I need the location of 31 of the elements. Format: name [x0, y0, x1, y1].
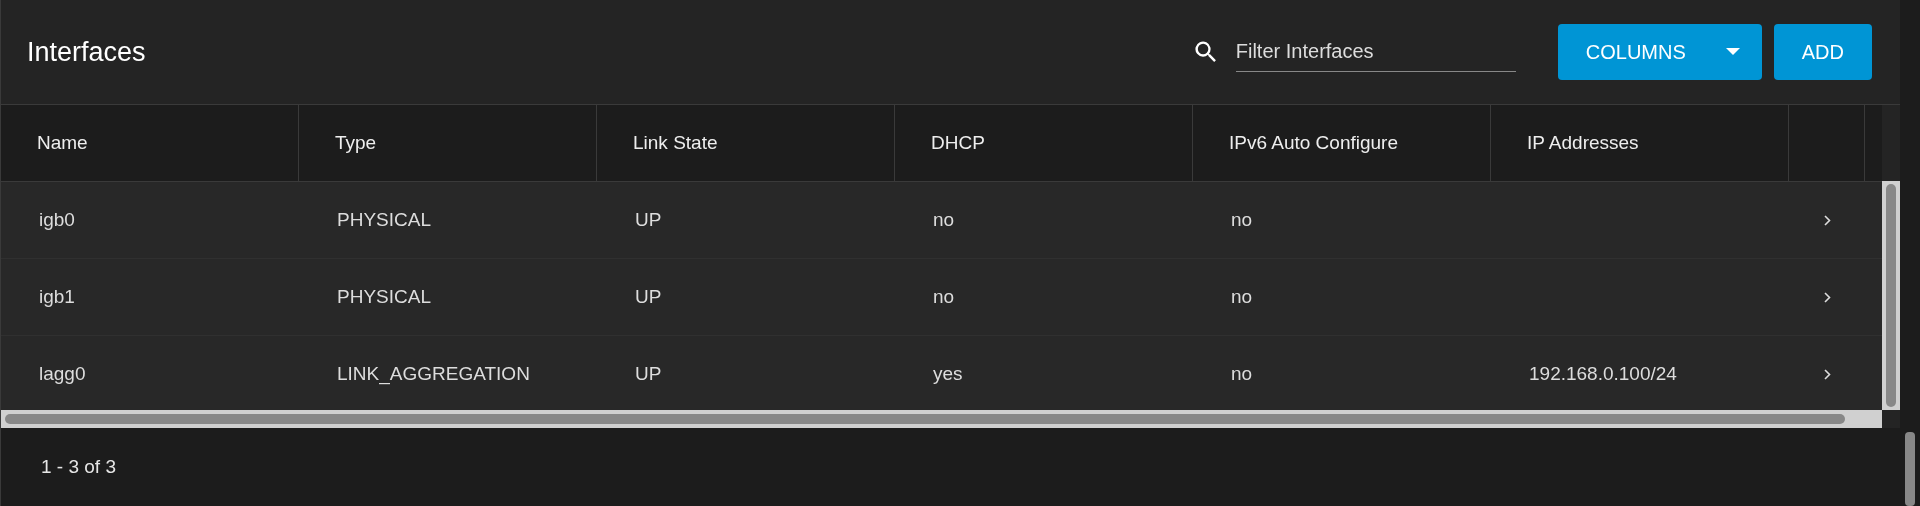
table-cell: UP — [635, 209, 662, 231]
table-cell: no — [1231, 363, 1253, 385]
table-cell: LINK_AGGREGATION — [337, 363, 530, 385]
table-cell: igb1 — [39, 286, 75, 308]
table-cell: lagg0 — [39, 363, 86, 385]
table-cell: UP — [635, 286, 662, 308]
table-cell: igb0 — [39, 209, 75, 231]
column-header[interactable]: IPv6 Auto Configure — [1193, 105, 1491, 181]
table-cell: no — [1231, 286, 1253, 308]
table-cell: yes — [933, 363, 963, 385]
pagination-label: 1 - 3 of 3 — [41, 456, 116, 478]
vertical-scrollbar[interactable] — [1882, 181, 1900, 410]
column-header[interactable]: Link State — [597, 105, 895, 181]
column-header[interactable]: DHCP — [895, 105, 1193, 181]
column-header[interactable]: IP Addresses — [1491, 105, 1789, 181]
page-title: Interfaces — [27, 36, 146, 68]
table-cell: 192.168.0.100/24 — [1529, 363, 1677, 385]
chevron-icon[interactable] — [1823, 214, 1831, 226]
table-cell: no — [933, 286, 955, 308]
column-header[interactable]: Type — [299, 105, 597, 181]
table-cell: PHYSICAL — [337, 286, 431, 308]
caret-icon — [1725, 48, 1740, 56]
filter-field[interactable]: Filter Interfaces — [1235, 32, 1516, 72]
table-cell: no — [933, 209, 955, 231]
table-cell: no — [1231, 209, 1253, 231]
table-cell: PHYSICAL — [337, 209, 431, 231]
horizontal-scrollbar[interactable] — [1, 410, 1882, 428]
chevron-icon[interactable] — [1823, 368, 1831, 380]
table-cell: UP — [635, 363, 662, 385]
chevron-icon[interactable] — [1823, 291, 1831, 303]
column-header[interactable]: Name — [1, 105, 299, 181]
